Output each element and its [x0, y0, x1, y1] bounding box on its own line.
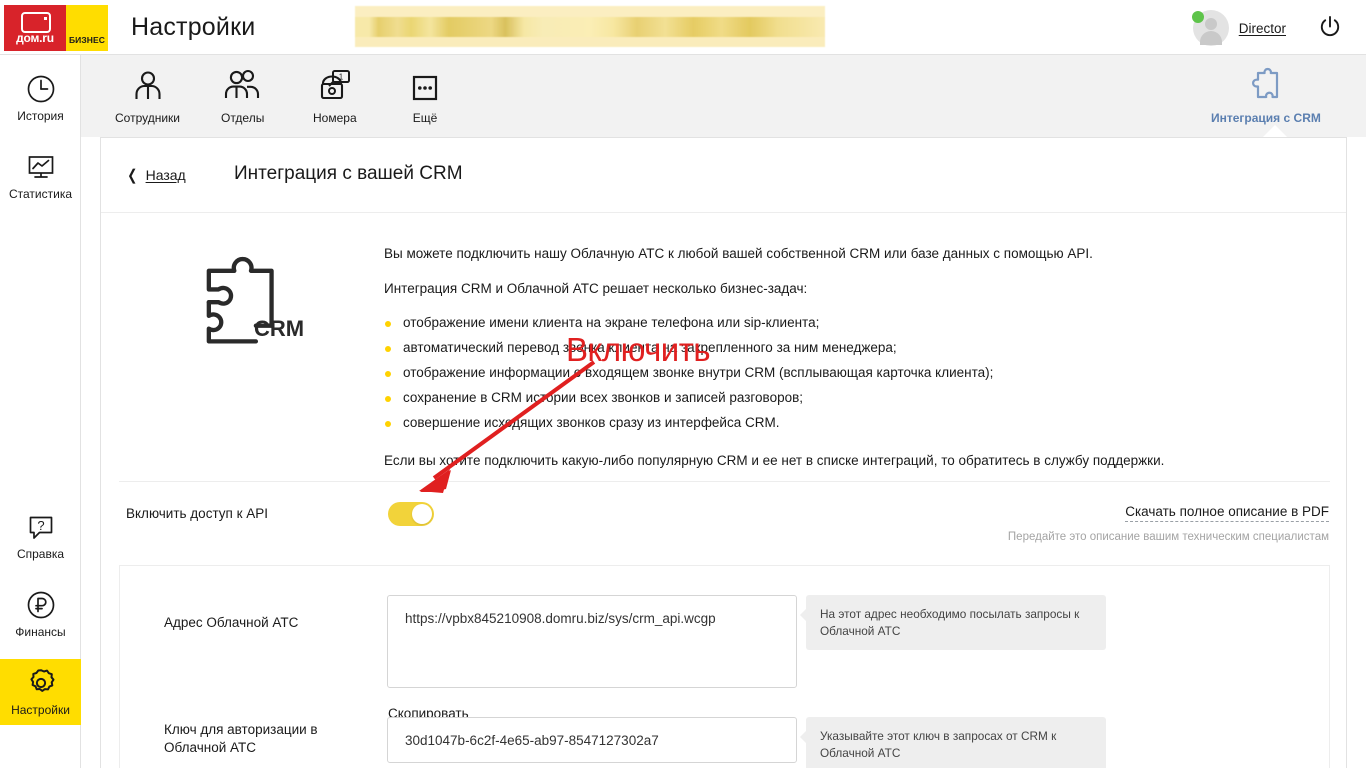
sidebar-item-history[interactable]: История [0, 65, 81, 131]
logo-domru-icon: дом.ru [4, 5, 66, 51]
tab-numbers[interactable]: 1 Номера [303, 55, 367, 137]
sidebar-item-label: История [17, 109, 64, 123]
puzzle-icon [1246, 67, 1286, 104]
pbx-address-tooltip: На этот адрес необходимо посылать запрос… [800, 595, 1106, 651]
power-icon[interactable] [1316, 13, 1344, 41]
sidebar-item-finance[interactable]: Финансы [0, 581, 81, 647]
api-key-tooltip: Указывайте этот ключ в запросах от CRM к… [800, 717, 1106, 768]
api-key-label: Ключ для авторизации в Облачной АТС [164, 722, 318, 756]
help-icon: ? [25, 510, 57, 544]
tv-icon [21, 12, 51, 33]
intro-paragraph: Вы можете подключить нашу Облачную АТС к… [384, 246, 1093, 261]
list-item: отображение имени клиента на экране теле… [384, 315, 1244, 330]
more-icon [408, 68, 442, 104]
crm-puzzle-icon: CRM [197, 253, 317, 345]
user-name-link[interactable]: Director [1239, 21, 1286, 36]
tab-label: Интеграция с CRM [1211, 110, 1321, 125]
download-pdf-link[interactable]: Скачать полное описание в PDF [1125, 504, 1329, 522]
tab-label: Номера [313, 110, 357, 125]
left-sidebar: История Статистика ? Справка Финансы Нас… [0, 55, 81, 768]
sidebar-item-label: Справка [16, 547, 65, 561]
sidebar-item-settings[interactable]: Настройки [0, 659, 81, 725]
pbx-address-input[interactable]: https://vpbx845210908.domru.biz/sys/crm_… [387, 595, 797, 688]
panel-header: ❮ Назад Интеграция с вашей CRM [101, 138, 1346, 213]
redacted-header-field [355, 6, 825, 47]
sidebar-item-statistics[interactable]: Статистика [0, 143, 81, 209]
ruble-icon [25, 588, 57, 622]
sidebar-item-label: Финансы [15, 625, 66, 639]
tab-crm-integration[interactable]: Интеграция с CRM [1201, 55, 1331, 138]
pbx-address-label: Адрес Облачной АТС [164, 615, 299, 630]
logo-business-block: БИЗНЕС [66, 5, 108, 51]
tab-departments[interactable]: Отделы [211, 55, 274, 137]
tab-label: Отделы [221, 110, 265, 125]
list-item: отображение информации о входящем звонке… [384, 365, 1244, 380]
sidebar-item-help[interactable]: ? Справка [0, 503, 81, 569]
people-icon [223, 68, 263, 104]
list-item: совершение исходящих звонков сразу из ин… [384, 415, 1244, 430]
brand-logo[interactable]: дом.ru БИЗНЕС [4, 5, 108, 51]
sidebar-item-label: Статистика [8, 187, 73, 201]
sidebar-item-label: Настройки [11, 703, 70, 717]
back-label: Назад [145, 167, 186, 183]
svg-text:?: ? [37, 518, 44, 533]
list-item: автоматический перевод звонка клиента на… [384, 340, 1244, 355]
avatar [1191, 10, 1229, 46]
benefits-list: отображение имени клиента на экране теле… [384, 315, 1244, 430]
top-bar: дом.ru БИЗНЕС Настройки Director [0, 0, 1366, 55]
person-icon [130, 68, 166, 104]
tab-more[interactable]: Ещё [398, 55, 452, 137]
phone-icon: 1 [316, 68, 354, 104]
tasks-lead: Интеграция CRM и Облачной АТС решает нес… [384, 281, 808, 297]
online-status-dot [1191, 11, 1204, 23]
api-credentials-card: Адрес Облачной АТС https://vpbx845210908… [119, 565, 1330, 768]
logo-secondary-text: БИЗНЕС [68, 35, 106, 45]
list-item: сохранение в CRM истории всех звонков и … [384, 390, 1244, 405]
section-divider [119, 481, 1330, 482]
content-panel: ❮ Назад Интеграция с вашей CRM CRM Вы мо… [100, 137, 1347, 768]
main-tab-bar: Сотрудники Отделы 1 Номера Ещё Интеграци… [81, 55, 1366, 138]
chart-icon [25, 150, 57, 184]
back-button[interactable]: ❮ Назад [126, 166, 186, 184]
logo-primary-text: дом.ru [16, 31, 54, 45]
api-key-input[interactable]: 30d1047b-6c2f-4e65-ab97-8547127302a7 [387, 717, 797, 763]
download-pdf-hint: Передайте это описание вашим техническим… [1007, 531, 1329, 543]
tab-label: Сотрудники [115, 110, 180, 125]
clock-icon [25, 72, 57, 106]
avatar-body-icon [1199, 31, 1222, 45]
tv-dot-icon [43, 16, 47, 20]
tab-employees[interactable]: Сотрудники [105, 55, 190, 137]
app-root: дом.ru БИЗНЕС Настройки Director История… [0, 0, 1366, 768]
crm-badge-label: CRM [254, 316, 304, 341]
avatar-head-icon [1204, 18, 1217, 30]
api-toggle-label: Включить доступ к API [126, 506, 269, 521]
toggle-knob [412, 504, 432, 524]
tab-label: Ещё [412, 110, 438, 125]
intro-block: Вы можете подключить нашу Облачную АТС к… [384, 245, 1244, 488]
api-toggle-row: Включить доступ к API Скачать полное опи… [101, 493, 1348, 565]
closing-paragraph: Если вы хотите подключить какую-либо поп… [384, 453, 1165, 469]
page-header-title: Настройки [131, 13, 256, 41]
user-block[interactable]: Director [1191, 9, 1286, 47]
page-title: Интеграция с вашей CRM [234, 163, 463, 184]
gear-icon [24, 666, 58, 700]
api-access-toggle[interactable] [388, 502, 434, 526]
chevron-left-icon: ❮ [127, 166, 138, 184]
